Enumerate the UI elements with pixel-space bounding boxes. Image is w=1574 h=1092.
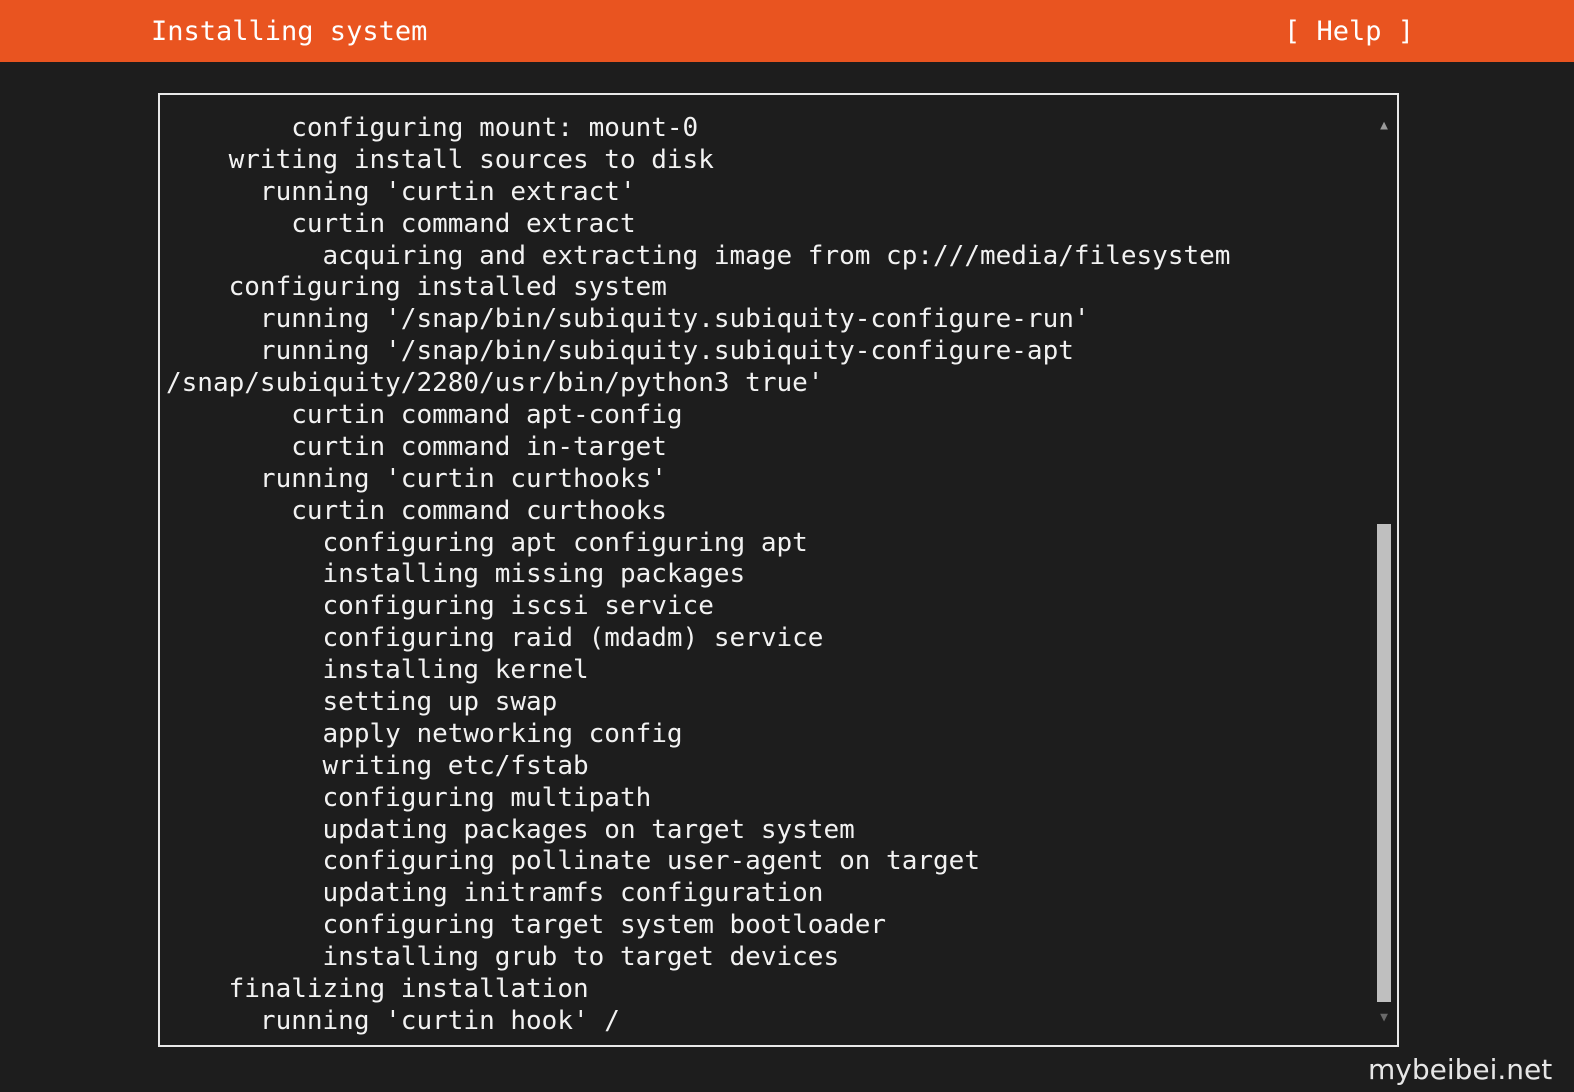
log-line: setting up swap xyxy=(166,687,558,718)
install-log-panel[interactable]: configuring mount: mount-0 writing insta… xyxy=(158,93,1399,1047)
log-line: running 'curtin curthooks' xyxy=(166,463,667,494)
log-line: writing install sources to disk xyxy=(166,144,714,175)
log-line: acquiring and extracting image from cp:/… xyxy=(166,240,1231,271)
header-bar: Installing system [ Help ] xyxy=(0,0,1574,62)
log-line: configuring installed system xyxy=(166,272,667,303)
log-line: /snap/subiquity/2280/usr/bin/python3 tru… xyxy=(166,368,824,399)
watermark: mybeibei.net xyxy=(1368,1053,1553,1086)
log-line: curtin command in-target xyxy=(166,431,667,462)
log-scrollbar[interactable]: ▲ ▼ xyxy=(1373,112,1395,1030)
log-line: installing missing packages xyxy=(166,559,746,590)
log-line: installing kernel xyxy=(166,655,589,686)
install-log: configuring mount: mount-0 writing insta… xyxy=(166,113,1230,1038)
log-line: configuring iscsi service xyxy=(166,591,714,622)
log-line: configuring raid (mdadm) service xyxy=(166,623,824,654)
log-line: configuring target system bootloader xyxy=(166,910,887,941)
help-button[interactable]: [ Help ] xyxy=(1284,14,1414,50)
scrollbar-thumb[interactable] xyxy=(1377,524,1391,1002)
log-line: running '/snap/bin/subiquity.subiquity-c… xyxy=(166,304,1090,335)
page-title: Installing system xyxy=(151,16,428,47)
log-line: finalizing installation xyxy=(166,974,589,1005)
log-line: apply networking config xyxy=(166,718,683,749)
log-line: running '/snap/bin/subiquity.subiquity-c… xyxy=(166,336,1074,367)
log-line: writing etc/fstab xyxy=(166,750,589,781)
log-line: curtin command extract xyxy=(166,208,636,239)
log-line: configuring apt configuring apt xyxy=(166,527,808,558)
log-line: configuring pollinate user-agent on targ… xyxy=(166,846,980,877)
log-line: installing grub to target devices xyxy=(166,942,840,973)
log-line: updating packages on target system xyxy=(166,814,855,845)
log-line: configuring mount: mount-0 xyxy=(166,113,699,143)
log-line: running 'curtin extract' xyxy=(166,176,636,207)
arrow-up-icon[interactable]: ▲ xyxy=(1373,116,1395,136)
log-line: updating initramfs configuration xyxy=(166,878,824,909)
log-line: curtin command curthooks xyxy=(166,495,667,526)
log-line: configuring multipath xyxy=(166,782,652,813)
log-line: running 'curtin hook' / xyxy=(166,1005,620,1036)
arrow-down-icon[interactable]: ▼ xyxy=(1373,1008,1395,1028)
log-line: curtin command apt-config xyxy=(166,400,683,431)
